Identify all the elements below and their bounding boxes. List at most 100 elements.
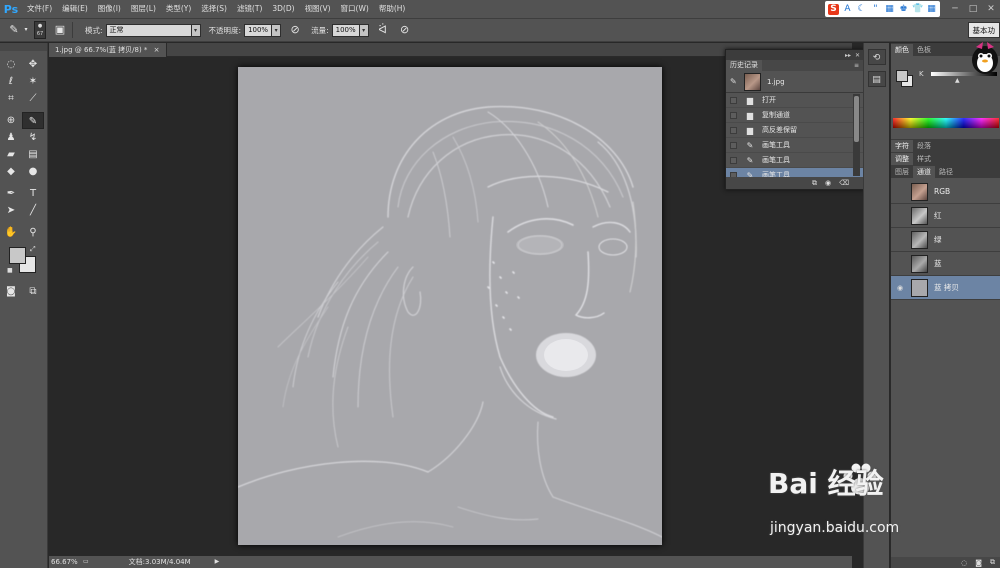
new-channel-icon[interactable]: ⧉ [990,558,995,567]
menu-select[interactable]: 选择(S) [196,0,232,18]
history-source-checkbox[interactable] [730,141,737,149]
line-tool-icon[interactable]: ╱ [22,202,44,219]
menu-window[interactable]: 窗口(W) [336,0,374,18]
tools-grip[interactable] [0,43,47,51]
channel-row[interactable]: 红 [891,204,1000,228]
toolbox-icon[interactable]: ▦ [926,4,937,15]
menu-3d[interactable]: 3D(D) [267,0,299,18]
tab-character[interactable]: 字符 [891,140,913,152]
menu-file[interactable]: 文件(F) [22,0,57,18]
type-tool-icon[interactable]: T [22,185,44,202]
swap-colors-icon[interactable]: ⤢ [30,245,36,254]
language-icon[interactable]: A [842,4,853,15]
slider-knob-icon[interactable]: ▲ [955,77,960,84]
close-button[interactable]: ✕ [982,0,1000,18]
clone-stamp-icon[interactable]: ♟ [0,129,22,146]
document-tab[interactable]: 1.jpg @ 66.7%(蓝 拷贝/8) * × [49,43,167,57]
tab-history[interactable]: 历史记录 [726,60,762,71]
camera-icon[interactable]: ◉ [825,179,831,187]
tab-paths[interactable]: 路径 [935,166,957,178]
menu-layer[interactable]: 图层(L) [126,0,161,18]
default-colors-icon[interactable]: ■ [7,267,13,274]
brush-tool-icon[interactable]: ✎ [6,22,22,38]
workspace-switcher[interactable]: 基本功 [967,22,1000,38]
history-item[interactable]: ✎ 画笔工具 [726,138,863,153]
flow-field[interactable]: 100% [331,23,360,37]
mode-select[interactable]: 正常 [105,23,192,37]
pressure-size-icon[interactable]: ⊘ [397,22,413,38]
history-panel-topbar[interactable]: ▸▸ ✕ [726,50,863,60]
status-menu-arrow[interactable]: ▶ [215,556,220,568]
path-selection-icon[interactable]: ➤ [0,202,22,219]
zoom-tool-icon[interactable]: ⚲ [22,224,44,241]
history-item[interactable]: ✎ 画笔工具 [726,153,863,168]
moon-icon[interactable]: ☾ [856,4,867,15]
document-image[interactable] [238,67,662,545]
save-selection-icon[interactable]: ◙ [975,559,982,567]
close-panel-icon[interactable]: ✕ [855,52,860,59]
marquee-tool-icon[interactable]: ◌ [0,56,22,73]
quick-mask-icon[interactable]: ◙ [0,283,22,300]
tab-styles[interactable]: 样式 [913,153,935,165]
opacity-field[interactable]: 100% [244,23,273,37]
menu-filter[interactable]: 滤镜(T) [232,0,267,18]
menu-type[interactable]: 类型(Y) [161,0,196,18]
opacity-dropdown-arrow-icon[interactable]: ▾ [272,23,282,37]
tool-preset-arrow-icon[interactable]: ▾ [22,22,30,38]
scrollbar-thumb[interactable] [854,96,859,142]
visibility-toggle[interactable] [895,211,905,221]
crop-tool-icon[interactable]: ⌗ [0,90,22,107]
blur-tool-icon[interactable]: ◆ [0,163,22,180]
magic-wand-icon[interactable]: ✶ [22,73,44,90]
airbrush-icon[interactable]: ᐛ [375,22,391,38]
history-brush-icon[interactable]: ↯ [22,129,44,146]
zoom-field[interactable]: 66.67% [49,556,79,568]
tab-layers[interactable]: 图层 [891,166,913,178]
tab-paragraph[interactable]: 段落 [913,140,935,152]
user-icon[interactable]: ♚ [898,4,909,15]
channel-row-selected[interactable]: ◉ 蓝 拷贝 [891,276,1000,300]
new-document-from-state-icon[interactable]: ⧉ [812,179,817,188]
mode-dropdown-arrow-icon[interactable]: ▾ [191,23,201,37]
move-tool-icon[interactable]: ✥ [22,56,44,73]
brush-panel-toggle-icon[interactable]: ▣ [52,22,68,38]
hand-tool-icon[interactable]: ✋ [0,224,22,241]
collapse-icon[interactable]: ▸▸ [845,52,851,59]
menu-edit[interactable]: 编辑(E) [57,0,93,18]
channel-row[interactable]: 绿 [891,228,1000,252]
history-source-checkbox[interactable] [730,126,737,134]
screen-mode-icon[interactable]: ⧉ [22,283,44,300]
menu-image[interactable]: 图像(I) [93,0,126,18]
skin-icon[interactable]: 👕 [912,4,923,15]
menu-view[interactable]: 视图(V) [300,0,336,18]
keyboard-icon[interactable]: ▦ [884,4,895,15]
lasso-tool-icon[interactable]: ℓ [0,73,22,90]
history-source-checkbox[interactable] [730,156,737,164]
pen-tool-icon[interactable]: ✒ [0,185,22,202]
eye-icon[interactable]: ◉ [895,283,905,293]
history-source-checkbox[interactable] [730,111,737,119]
punctuation-icon[interactable]: " [870,4,881,15]
sogou-icon[interactable]: S [828,3,839,15]
tab-channels[interactable]: 通道 [913,166,935,178]
minimize-button[interactable]: ─ [946,0,964,18]
status-info-icon[interactable]: ▭ [83,556,89,568]
eraser-icon[interactable]: ▰ [0,146,22,163]
brush-size-picker[interactable]: ● 67 [34,21,46,39]
maximize-button[interactable]: □ [964,0,982,18]
dodge-tool-icon[interactable]: ● [22,163,44,180]
history-scrollbar[interactable] [853,94,860,176]
foreground-color-mini[interactable] [896,70,908,82]
flow-dropdown-arrow-icon[interactable]: ▾ [359,23,369,37]
properties-panel-icon[interactable]: ▤ [867,71,886,87]
menu-help[interactable]: 帮助(H) [374,0,411,18]
history-item[interactable]: ▆ 复制通道 [726,108,863,123]
tab-swatches[interactable]: 色板 [913,44,935,56]
channel-row[interactable]: 蓝 [891,252,1000,276]
trash-icon[interactable]: ⌫ [839,179,849,187]
foreground-color-swatch[interactable] [9,247,26,264]
visibility-toggle[interactable] [895,235,905,245]
visibility-toggle[interactable] [895,259,905,269]
tab-color[interactable]: 颜色 [891,44,913,56]
healing-brush-icon[interactable]: ⊕ [0,112,22,129]
